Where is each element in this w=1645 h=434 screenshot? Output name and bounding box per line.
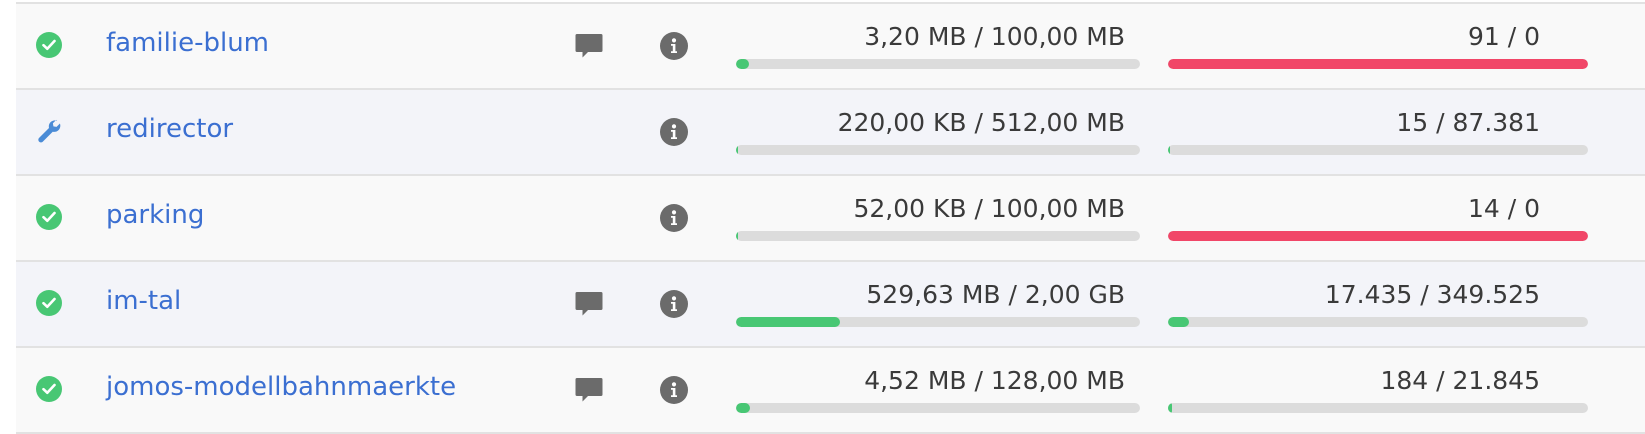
storage-progress-fill	[736, 145, 738, 155]
table-row: redirector 220,00 KB / 512,00 MB 15 / 87.3…	[16, 90, 1645, 176]
check-circle-icon	[36, 204, 62, 230]
info-icon[interactable]	[660, 32, 688, 60]
table-row: parking 52,00 KB / 100,00 MB 14 / 0	[16, 176, 1645, 262]
storage-progress-bar	[736, 59, 1140, 69]
storage-usage-text: 52,00 KB / 100,00 MB	[853, 194, 1125, 223]
count-usage-text: 17.435 / 349.525	[1324, 280, 1540, 309]
count-usage-text: 14 / 0	[1467, 194, 1540, 223]
comment-icon[interactable]	[574, 375, 604, 405]
storage-usage-text: 3,20 MB / 100,00 MB	[864, 22, 1125, 51]
count-progress-fill	[1168, 317, 1189, 327]
count-progress-bar	[1168, 59, 1588, 69]
account-name-link[interactable]: redirector	[106, 114, 233, 144]
table-row: im-tal 529,63 MB / 2,00 GB 17.435 / 349.52…	[16, 262, 1645, 348]
comment-icon[interactable]	[574, 31, 604, 61]
info-icon[interactable]	[660, 204, 688, 232]
comment-icon[interactable]	[574, 289, 604, 319]
check-circle-icon	[36, 32, 62, 58]
table-row: familie-blum 3,20 MB / 100,00 MB 91 / 0	[16, 4, 1645, 90]
count-progress-fill	[1168, 231, 1588, 241]
count-usage-text: 15 / 87.381	[1396, 108, 1540, 137]
wrench-icon	[36, 118, 62, 144]
storage-progress-fill	[736, 317, 841, 327]
storage-progress-fill	[736, 231, 738, 241]
check-circle-icon	[36, 376, 62, 402]
storage-progress-fill	[736, 59, 749, 69]
count-usage-text: 184 / 21.845	[1380, 366, 1540, 395]
accounts-table: familie-blum 3,20 MB / 100,00 MB 91 / 0 red…	[16, 2, 1645, 434]
count-progress-bar	[1168, 231, 1588, 241]
account-name-link[interactable]: jomos-modellbahnmaerkte	[106, 372, 456, 402]
storage-progress-bar	[736, 231, 1140, 241]
storage-progress-fill	[736, 403, 751, 413]
account-name-link[interactable]: familie-blum	[106, 28, 269, 58]
count-progress-fill	[1168, 59, 1588, 69]
count-progress-fill	[1168, 145, 1170, 155]
count-progress-bar	[1168, 145, 1588, 155]
account-name-link[interactable]: parking	[106, 200, 204, 230]
count-progress-fill	[1168, 403, 1172, 413]
table-row: jomos-modellbahnmaerkte 4,52 MB / 128,00 …	[16, 348, 1645, 434]
info-icon[interactable]	[660, 118, 688, 146]
storage-usage-text: 4,52 MB / 128,00 MB	[864, 366, 1125, 395]
storage-progress-bar	[736, 145, 1140, 155]
count-progress-bar	[1168, 317, 1588, 327]
check-circle-icon	[36, 290, 62, 316]
info-icon[interactable]	[660, 376, 688, 404]
count-progress-bar	[1168, 403, 1588, 413]
storage-usage-text: 529,63 MB / 2,00 GB	[866, 280, 1125, 309]
storage-progress-bar	[736, 317, 1140, 327]
account-name-link[interactable]: im-tal	[106, 286, 181, 316]
storage-progress-bar	[736, 403, 1140, 413]
count-usage-text: 91 / 0	[1467, 22, 1540, 51]
storage-usage-text: 220,00 KB / 512,00 MB	[837, 108, 1125, 137]
info-icon[interactable]	[660, 290, 688, 318]
